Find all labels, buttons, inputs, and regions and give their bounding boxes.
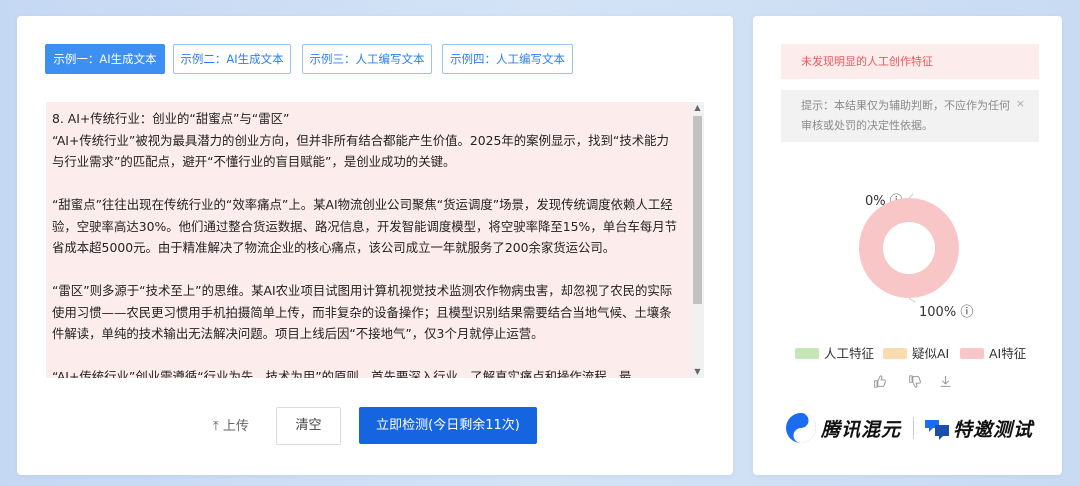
text-content: 8. AI+传统行业：创业的“甜蜜点”与“雷区” “AI+传统行业”被视为最具潜… [46,102,691,378]
ai-feature-slice [859,198,959,298]
leader-line-top [908,193,914,199]
legend-swatch [883,348,907,359]
close-icon[interactable]: × [1016,94,1025,114]
legend-ai: AI特征 [960,343,1026,362]
ai-percent-label: 100% ⓘ [919,301,973,320]
tab-example-4[interactable]: 示例四：人工编写文本 [442,44,573,74]
text-line: “AI+传统行业”被视为最具潜力的创业方向，但并非所有结合都能产生价值。2025… [52,132,669,170]
upload-icon: ⤒ [213,419,219,434]
ai-percent: 100% [919,305,957,320]
detect-button[interactable]: 立即检测(今日剩余11次) [359,407,537,444]
brand-tag: 特邀测试 [953,419,1034,441]
thumbs-down-icon[interactable] [908,375,921,392]
legend-swatch [960,348,984,359]
text-line [52,259,681,281]
scroll-up-icon[interactable]: ▲ [691,102,704,114]
result-alert: 未发现明显的人工创作特征 [781,44,1039,79]
tab-example-3[interactable]: 示例三：人工编写文本 [302,44,432,74]
leader-line-bottom [908,297,916,303]
brand-footer: 腾讯混元 特邀测试 [785,412,1045,444]
tab-example-2[interactable]: 示例二：AI生成文本 [173,44,291,74]
info-icon[interactable]: ⓘ [960,305,973,320]
legend-label: AI特征 [989,346,1027,361]
text-line [52,345,681,367]
text-line: “AI+传统行业”创业需遵循“行业为先，技术为用”的原则。首先要深入行业，了解真… [52,369,632,378]
brand-divider [913,417,914,439]
upload-button[interactable]: ⤒ 上传 [213,418,249,436]
text-line [52,173,681,195]
hint-text: 提示：本结果仅为辅助判断，不应作为任何审核或处罚的决定性依据。 [801,99,1010,132]
legend-label: 人工特征 [824,346,875,361]
legend-label: 疑似AI [912,346,950,361]
legend-suspected-ai: 疑似AI [883,343,949,362]
disclaimer-hint: 提示：本结果仅为辅助判断，不应作为任何审核或处罚的决定性依据。 × [781,90,1039,142]
clear-button[interactable]: 清空 [276,407,341,445]
text-line: 8. AI+传统行业：创业的“甜蜜点”与“雷区” [52,111,290,126]
legend-swatch [795,348,819,359]
text-input[interactable]: 8. AI+传统行业：创业的“甜蜜点”与“雷区” “AI+传统行业”被视为最具潜… [46,102,691,378]
result-panel: 未发现明显的人工创作特征 提示：本结果仅为辅助判断，不应作为任何审核或处罚的决定… [753,16,1062,475]
result-donut-chart [859,193,959,303]
download-icon[interactable] [939,375,952,392]
input-panel: 示例一：AI生成文本 示例二：AI生成文本 示例三：人工编写文本 示例四：人工编… [17,16,733,475]
thumbs-up-icon[interactable] [873,375,886,392]
text-scrollbar[interactable]: ▲ ▼ [691,102,704,378]
hunyuan-logo-icon [786,413,816,443]
brand-name: 腾讯混元 [821,419,902,441]
scroll-down-icon[interactable]: ▼ [691,366,704,378]
text-line: “雷区”则多源于“技术至上”的思维。某AI农业项目试图用计算机视觉技术监测农作物… [52,283,673,341]
tab-example-1[interactable]: 示例一：AI生成文本 [45,44,165,74]
invite-badge-icon [925,420,949,440]
upload-label: 上传 [222,419,249,434]
legend-human: 人工特征 [795,343,874,362]
scroll-thumb[interactable] [693,116,702,304]
text-line: “甜蜜点”往往出现在传统行业的“效率痛点”上。某AI物流创业公司聚焦“货运调度”… [52,197,678,255]
